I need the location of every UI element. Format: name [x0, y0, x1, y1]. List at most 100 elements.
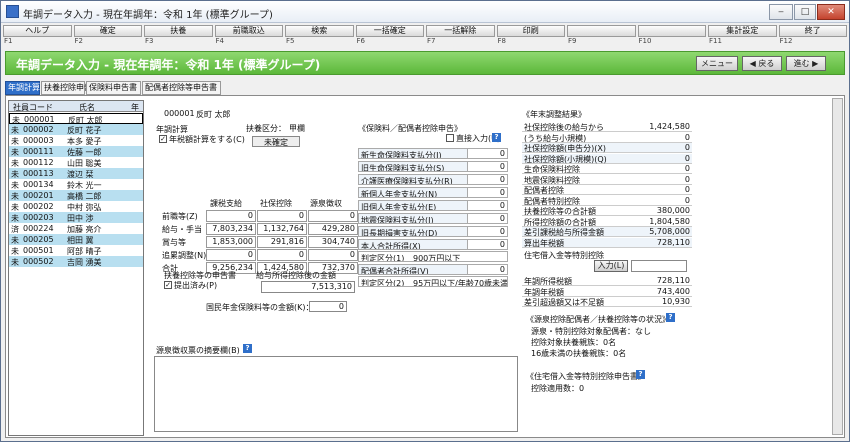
employee-row[interactable]: 未 000134 鈴木 光一: [9, 179, 143, 190]
honnin-value[interactable]: 0: [467, 240, 507, 249]
employee-row[interactable]: 未 000205 相田 翼: [9, 234, 143, 245]
result-row: 社保控除額(小規模)(Q) 0: [522, 153, 692, 164]
employee-row[interactable]: 未 000502 吉岡 湧美: [9, 256, 143, 267]
pay-row-label: 給与・手当: [162, 225, 202, 234]
fkey-8[interactable]: 印刷 F8: [496, 25, 565, 47]
hoken-value[interactable]: 0: [467, 162, 507, 171]
result-row: 算出年税額 728,110: [522, 237, 692, 248]
tab-fuyo[interactable]: 扶養控除申告書: [41, 81, 100, 95]
pay-cell[interactable]: 0: [257, 249, 307, 261]
pay-cell[interactable]: 0: [206, 210, 256, 222]
employee-row[interactable]: 未 000002 反町 花子: [9, 124, 143, 135]
close-button[interactable]: ✕: [817, 4, 845, 20]
tab-nencho[interactable]: 年調計算: [5, 81, 40, 95]
employee-row[interactable]: 未 000203 田中 渉: [9, 212, 143, 223]
haigusha-title: 《源泉控除配偶者／扶養控除等の状況》: [526, 315, 670, 324]
employee-row[interactable]: 未 000202 中村 弥弘: [9, 201, 143, 212]
back-button[interactable]: ◀ 戻る: [742, 56, 782, 71]
status-badge: 未確定: [252, 136, 300, 147]
jutaku-input-button[interactable]: 入力(L): [594, 260, 628, 272]
result-row: 差引課税給与所得金額 5,708,000: [522, 227, 692, 237]
employee-row[interactable]: 未 000201 高橋 二郎: [9, 190, 143, 201]
fkey-5[interactable]: 検索 F5: [285, 25, 354, 47]
pay-col-header: 社保控除: [260, 199, 292, 208]
menu-button[interactable]: メニュー: [696, 56, 738, 71]
window-title: 年調データ入力 - 現在年調年：令和 1年 (標準グループ): [23, 10, 273, 21]
hantei2-label: 判定区分(2): [361, 279, 405, 287]
employee-code: 000002: [23, 125, 54, 134]
employee-code: 000501: [23, 246, 54, 255]
result-row: 生命保険料控除 0: [522, 164, 692, 174]
honnin-row: 本人合計所得(X) 0: [358, 239, 508, 250]
teishutsu-checkbox[interactable]: ✓: [164, 281, 172, 289]
pay-cell[interactable]: 0: [308, 210, 358, 222]
hoken-row: 旧個人年金支払分(E) 0: [358, 200, 508, 211]
result-value: 743,400: [656, 286, 690, 296]
fkey-4[interactable]: 前職取込 F4: [214, 25, 283, 47]
fkey-label: 集計設定: [708, 25, 777, 37]
tab-hoken[interactable]: 保険料申告書: [86, 81, 141, 95]
help-icon[interactable]: ?: [492, 133, 501, 142]
result-value: 0: [684, 153, 690, 163]
gensen-note-textarea[interactable]: [154, 356, 518, 432]
next-button[interactable]: 進む ▶: [786, 56, 826, 71]
hoken-value[interactable]: 0: [467, 175, 507, 184]
haigu-row: 配偶者合計所得(V) 0: [358, 264, 508, 275]
fkey-label: 終了: [778, 25, 847, 37]
hoken-label: 介護医療保険料支払分(R): [361, 177, 453, 185]
tab-haigu[interactable]: 配偶者控除等申告書: [142, 81, 221, 95]
hoken-value[interactable]: 0: [467, 227, 507, 236]
fkey-1[interactable]: ヘルプ F1: [3, 25, 72, 47]
fkey-7[interactable]: 一括解除 F7: [426, 25, 495, 47]
employee-mark: 未: [11, 170, 19, 179]
col-name: 氏名: [79, 103, 95, 112]
hoken-value[interactable]: 0: [467, 214, 507, 223]
pay-cell[interactable]: 0: [206, 249, 256, 261]
fkey-label: 検索: [285, 25, 354, 37]
result-row: 差引超過額又は不足額 10,930: [522, 297, 692, 307]
employee-row[interactable]: 未 000003 本多 愛子: [9, 135, 143, 146]
minimize-button[interactable]: ‒: [769, 4, 793, 20]
employee-row[interactable]: 未 000001 反町 太郎: [9, 113, 143, 124]
haigu-value[interactable]: 0: [467, 265, 507, 274]
pay-cell[interactable]: 1,132,764: [257, 223, 307, 235]
fkey-3[interactable]: 扶養 F3: [144, 25, 213, 47]
fkey-6[interactable]: 一括確定 F6: [355, 25, 424, 47]
pay-cell[interactable]: 0: [257, 210, 307, 222]
hoken-value[interactable]: 0: [467, 188, 507, 197]
pay-cell[interactable]: 291,816: [257, 236, 307, 248]
fkey-9[interactable]: F9: [567, 25, 636, 47]
employee-row[interactable]: 未 000112 山田 聡美: [9, 157, 143, 168]
pay-cell[interactable]: 7,803,234: [206, 223, 256, 235]
result-label: 社保控除額(小規模)(Q): [524, 154, 607, 164]
help-icon[interactable]: ?: [636, 370, 645, 379]
direct-input-checkbox[interactable]: [446, 134, 454, 142]
fkey-number: F12: [779, 37, 793, 45]
fkey-11[interactable]: 集計設定 F11: [708, 25, 777, 47]
pay-cell[interactable]: 304,740: [308, 236, 358, 248]
help-icon[interactable]: ?: [243, 344, 252, 353]
teishutsu-label: 提出済み(P): [174, 281, 218, 290]
fkey-12[interactable]: 終了 F12: [778, 25, 847, 47]
pay-cell[interactable]: 0: [308, 249, 358, 261]
employee-row[interactable]: 済 000224 加藤 亮介: [9, 223, 143, 234]
hoken-value[interactable]: 0: [467, 201, 507, 210]
help-icon[interactable]: ?: [666, 313, 675, 322]
nencho-checkbox[interactable]: ✓: [159, 135, 167, 143]
fkey-number: F10: [638, 37, 652, 45]
fkey-10[interactable]: F10: [637, 25, 706, 47]
hoken-value[interactable]: 0: [467, 149, 507, 158]
pay-cell[interactable]: 429,280: [308, 223, 358, 235]
maximize-button[interactable]: □: [794, 4, 816, 20]
main-panel: 社員コード 氏名 年 未 000001 反町 太郎未 000002 反町 花子未 0000…: [5, 95, 845, 438]
kokumin-field[interactable]: 0: [309, 301, 347, 312]
fkey-number: F6: [356, 37, 365, 45]
jutaku-value-field[interactable]: [631, 260, 687, 272]
employee-name: 本多 愛子: [67, 137, 102, 146]
vertical-scrollbar[interactable]: [832, 98, 843, 435]
pay-cell[interactable]: 1,853,000: [206, 236, 256, 248]
employee-row[interactable]: 未 000501 阿部 晴子: [9, 245, 143, 256]
fkey-2[interactable]: 確定 F2: [73, 25, 142, 47]
employee-row[interactable]: 未 000111 佐藤 一郎: [9, 146, 143, 157]
employee-row[interactable]: 未 000113 渡辺 栞: [9, 168, 143, 179]
